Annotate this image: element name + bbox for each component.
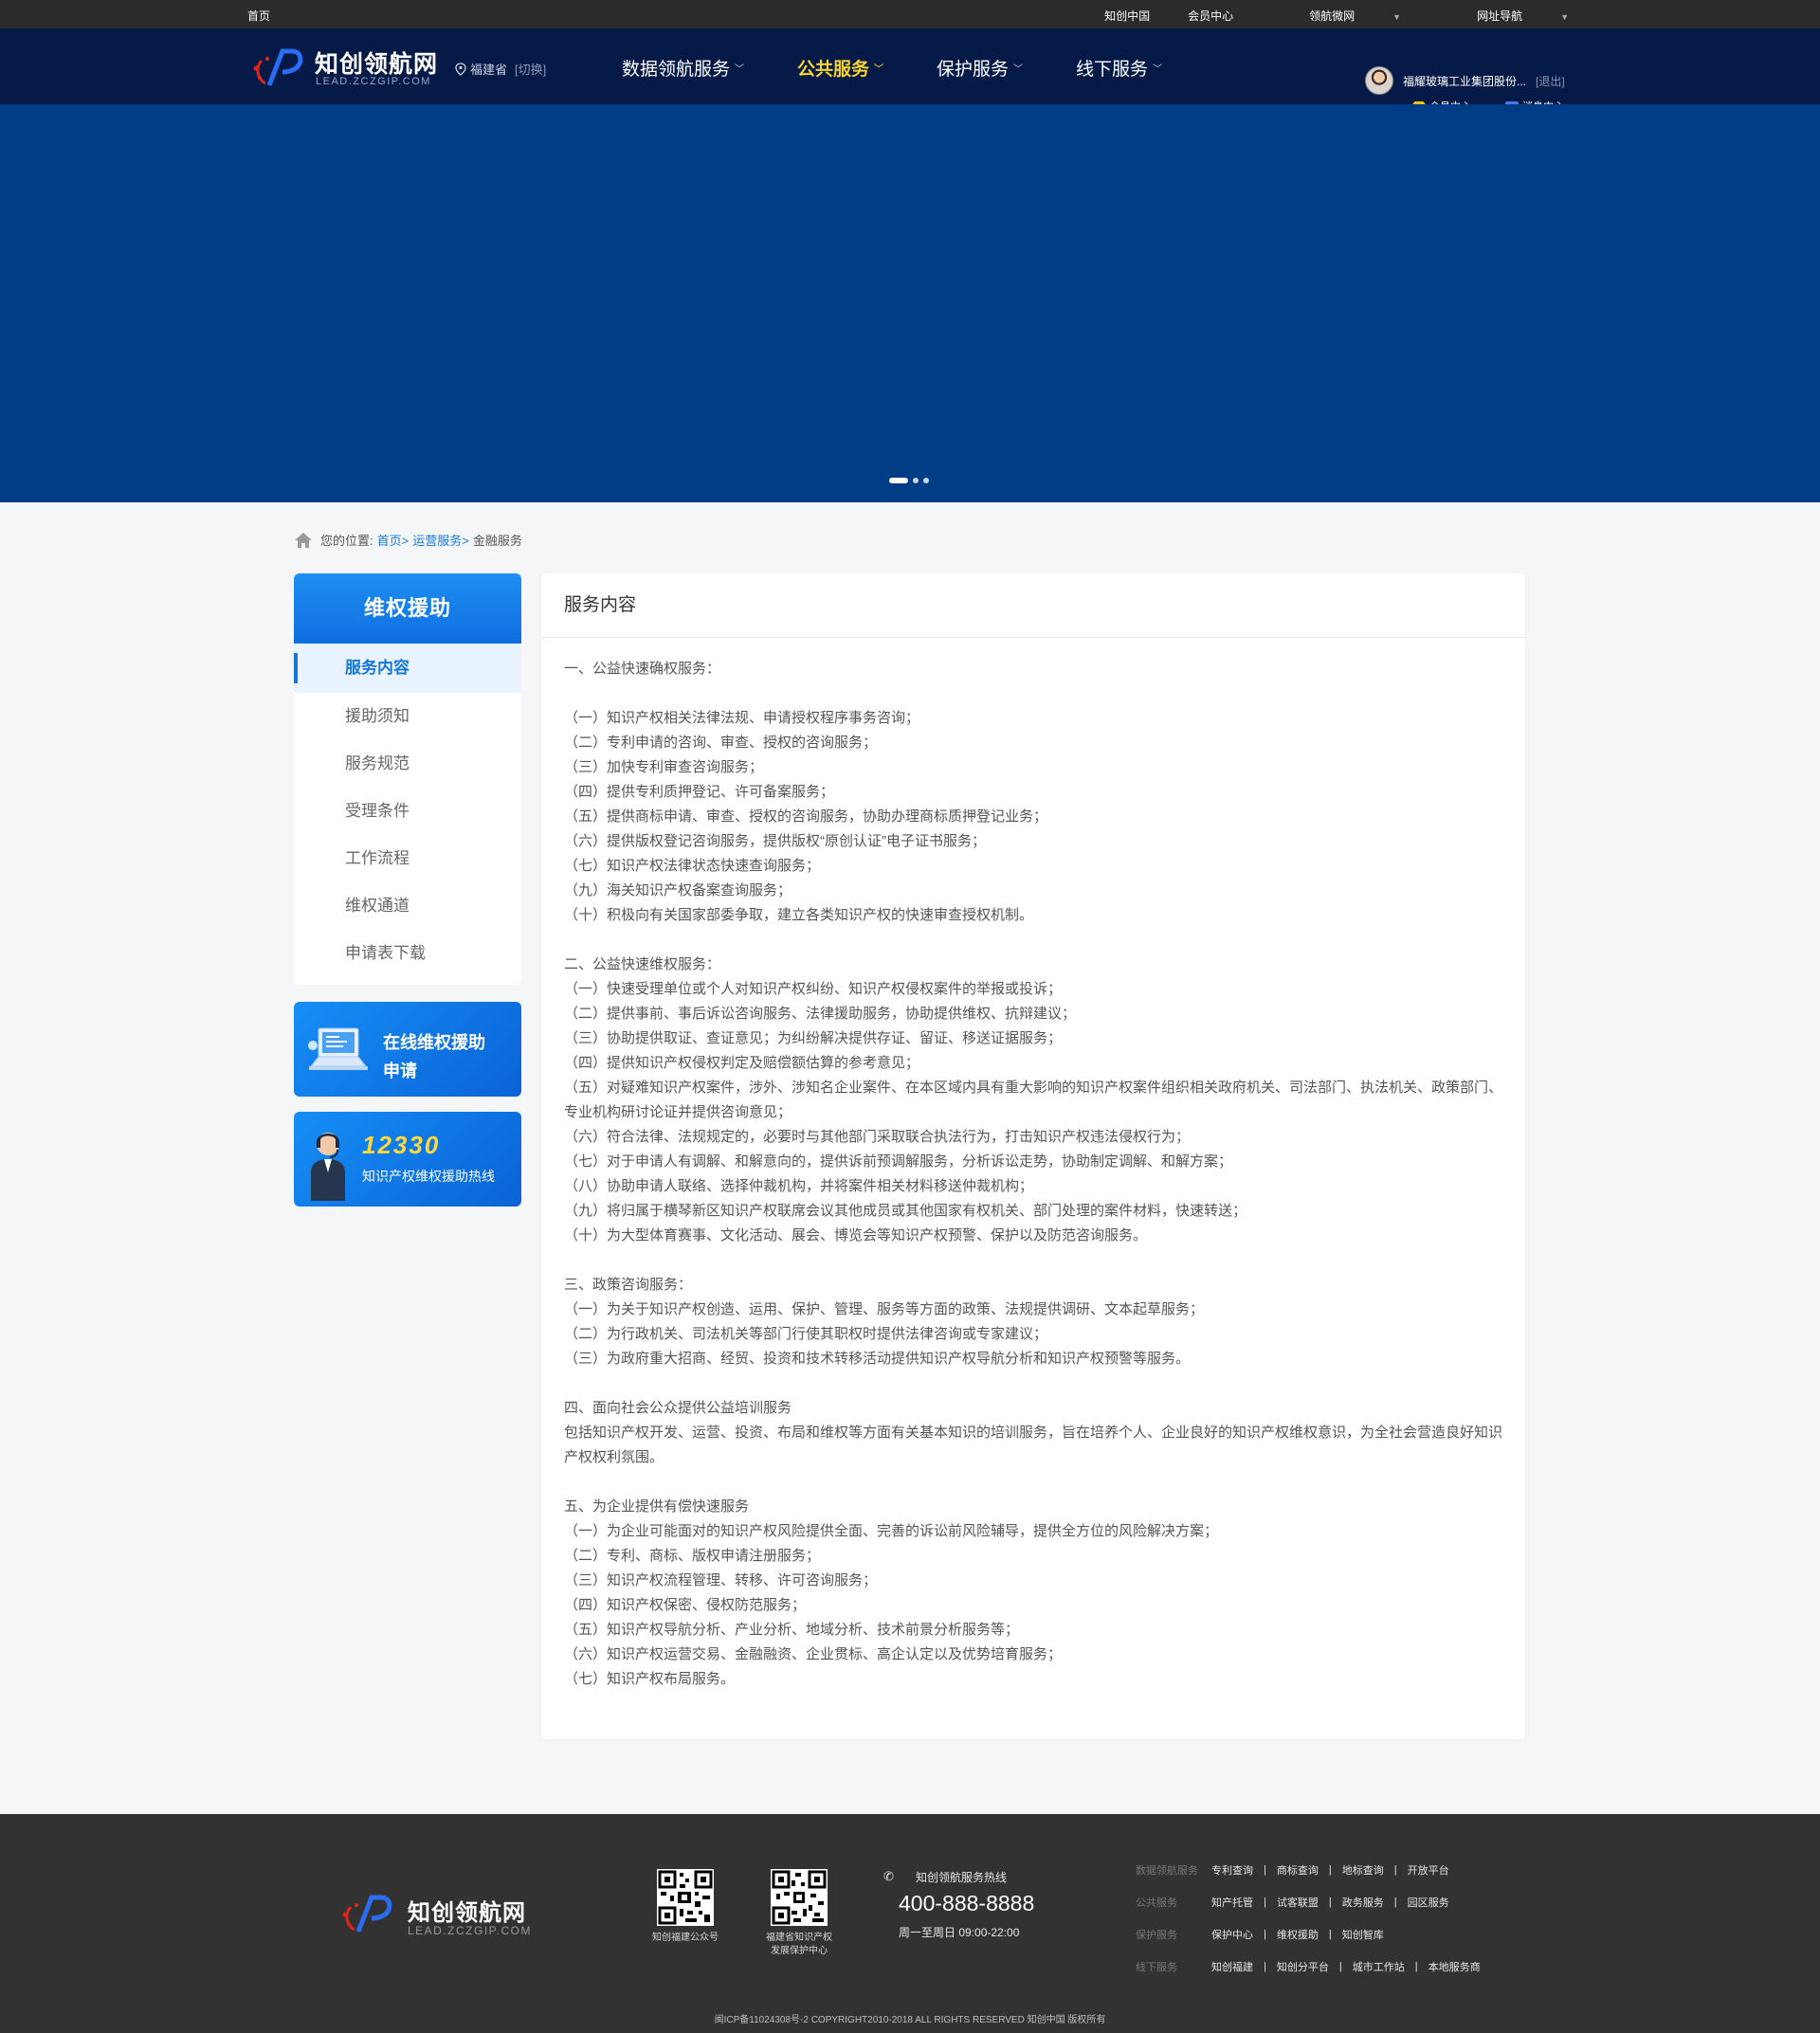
laptop-icon — [308, 1027, 368, 1070]
footer-logo-subtitle: LEAD.ZCZGIP.COM — [408, 1924, 532, 1937]
logout-link[interactable]: [退出] — [1536, 73, 1565, 89]
chevron-down-icon: ﹀ — [1153, 64, 1163, 75]
copyright: 闽ICP备11024308号-2 COPYRIGHT2010-2018 ALL … — [714, 2015, 1106, 2025]
breadcrumb-prefix: 您的位置: — [320, 534, 373, 548]
nav-public-service[interactable]: 公共服务 ﹀ — [797, 55, 883, 81]
chevron-down-icon: ▼ — [1560, 12, 1569, 22]
top-link-zczg[interactable]: 知创中国 — [1104, 8, 1150, 24]
sidebar-item-standard[interactable]: 服务规范 — [294, 740, 521, 788]
avatar[interactable] — [1365, 66, 1393, 95]
footer-link[interactable]: 城市工作站 — [1353, 1959, 1405, 1974]
main-nav: 数据领航服务 ﹀ 公共服务 ﹀ 保护服务 ﹀ 线下服务 ﹀ — [622, 55, 1215, 81]
sidebar-item-conditions[interactable]: 受理条件 — [294, 788, 521, 835]
top-links: 知创中国 会员中心 领航微网 ▼ 网址导航 ▼ — [1066, 8, 1569, 24]
phone-icon: ✆ — [883, 1869, 894, 1883]
content-title: 服务内容 — [541, 573, 1525, 638]
footer-link-category: 线下服务 — [1136, 1962, 1177, 1973]
footer-logo[interactable]: 知创领航网 LEAD.ZCZGIP.COM — [337, 1888, 537, 1939]
online-aid-line2: 申请 — [383, 1062, 417, 1080]
footer-link[interactable]: 维权援助 — [1277, 1927, 1319, 1942]
sidebar-item-notice[interactable]: 援助须知 — [294, 693, 521, 740]
nav-data-service[interactable]: 数据领航服务 ﹀ — [622, 55, 744, 81]
sidebar: 维权援助 服务内容 援助须知 服务规范 受理条件 工作流程 维权通道 申请表下载 — [294, 573, 521, 985]
hotline-title: 知创领航服务热线 — [916, 1871, 1008, 1884]
qr-code-wechat — [657, 1869, 714, 1926]
logo-mark-icon — [342, 1895, 392, 1933]
hotline-block: ✆ 知创领航服务热线 400-888-8888 周一至周日 09:00-22:00 — [882, 1869, 1034, 1940]
logo-mark-icon — [253, 48, 303, 86]
qr1-label: 知创福建公众号 — [652, 1933, 719, 1943]
footer-link[interactable]: 专利查询 — [1211, 1862, 1253, 1878]
footer-link-category: 公共服务 — [1136, 1897, 1177, 1909]
location-name: 福建省 — [470, 63, 508, 77]
breadcrumb: 您的位置: 首页> 运营服务> 金融服务 — [294, 531, 522, 549]
footer-link-category: 保护服务 — [1136, 1930, 1177, 1941]
chevron-down-icon: ﹀ — [1013, 64, 1024, 75]
nav-protection-service[interactable]: 保护服务 ﹀ — [937, 55, 1023, 81]
footer-link-category: 数据领航服务 — [1136, 1865, 1198, 1877]
footer-link[interactable]: 试客联盟 — [1277, 1895, 1319, 1910]
online-aid-apply-button[interactable]: 在线维权援助 申请 — [294, 1002, 521, 1097]
qr2-label: 福建省知识产权 发展保护中心 — [766, 1933, 832, 1956]
carousel-dot[interactable] — [923, 478, 929, 483]
site-logo[interactable]: 知创领航网 LEAD.ZCZGIP.COM — [248, 44, 438, 89]
top-bar: 首页 知创中国 会员中心 领航微网 ▼ 网址导航 ▼ — [0, 0, 1820, 28]
footer-link[interactable]: 知创智库 — [1342, 1927, 1384, 1942]
footer-logo-name: 知创领航网 — [408, 1900, 526, 1926]
home-icon — [295, 532, 312, 548]
location-selector[interactable]: 福建省 [切换] — [455, 60, 546, 78]
chevron-down-icon: ▼ — [1392, 12, 1402, 22]
customer-service-icon — [311, 1133, 345, 1201]
online-aid-line1: 在线维权援助 — [383, 1033, 485, 1052]
chevron-down-icon: ﹀ — [735, 64, 745, 75]
chevron-down-icon: ﹀ — [874, 64, 884, 75]
breadcrumb-parent[interactable]: 运营服务> — [412, 531, 469, 549]
logo-subtitle: LEAD.ZCZGIP.COM — [316, 76, 431, 87]
footer-link[interactable]: 保护中心 — [1211, 1927, 1253, 1942]
footer-link[interactable]: 地标查询 — [1342, 1862, 1384, 1878]
footer: 知创领航网 LEAD.ZCZGIP.COM 知创福建公众号 福建省知识产权 发展保… — [0, 1814, 1820, 2033]
top-link-sitemap[interactable]: 网址导航 ▼ — [1439, 8, 1569, 24]
banner-carousel[interactable] — [0, 104, 1820, 502]
top-home-link[interactable]: 首页 — [247, 8, 270, 24]
sidebar-item-workflow[interactable]: 工作流程 — [294, 835, 521, 882]
footer-link[interactable]: 知产托管 — [1211, 1895, 1253, 1910]
top-link-micro[interactable]: 领航微网 ▼ — [1271, 8, 1401, 24]
carousel-dot[interactable] — [889, 478, 908, 483]
footer-link[interactable]: 商标查询 — [1277, 1862, 1319, 1878]
footer-links: 数据领航服务 专利查询 | 商标查询 | 地标查询 | 开放平台 公共服务 知产托管 |… — [1136, 1862, 1481, 1974]
breadcrumb-current: 金融服务 — [472, 534, 522, 548]
content-panel: 服务内容 一、公益快速确权服务： （一）知识产权相关法律法规、申请授权程序事务咨… — [541, 573, 1525, 1739]
location-switch[interactable]: [切换] — [515, 60, 546, 78]
carousel-dot[interactable] — [913, 478, 919, 483]
location-pin-icon — [455, 62, 466, 76]
content-body: 一、公益快速确权服务： （一）知识产权相关法律法规、申请授权程序事务咨询； （二… — [564, 661, 1503, 1687]
sidebar-item-channel[interactable]: 维权通道 — [294, 882, 521, 930]
breadcrumb-home[interactable]: 首页> — [377, 531, 410, 549]
footer-link[interactable]: 园区服务 — [1408, 1895, 1449, 1910]
hotline-card[interactable]: 12330 知识产权维权援助热线 — [294, 1112, 521, 1207]
sidebar-item-download[interactable]: 申请表下载 — [294, 930, 521, 977]
logo-name: 知创领航网 — [315, 51, 439, 78]
nav-offline-service[interactable]: 线下服务 ﹀ — [1076, 55, 1162, 81]
header: 知创领航网 LEAD.ZCZGIP.COM 福建省 [切换] 数据领航服务 ﹀ 公… — [0, 28, 1820, 113]
hotline-hours: 周一至周日 09:00-22:00 — [899, 1926, 1020, 1939]
hotline-number: 12330 — [362, 1131, 441, 1159]
sidebar-title: 维权援助 — [294, 573, 521, 644]
sidebar-item-service-content[interactable]: 服务内容 — [294, 644, 521, 693]
top-link-member[interactable]: 会员中心 — [1188, 8, 1233, 24]
carousel-dots — [889, 478, 929, 483]
footer-link[interactable]: 开放平台 — [1408, 1862, 1449, 1878]
footer-link[interactable]: 知创福建 — [1211, 1959, 1253, 1974]
sidebar-menu: 服务内容 援助须知 服务规范 受理条件 工作流程 维权通道 申请表下载 — [294, 644, 521, 985]
footer-hotline-number: 400-888-8888 — [899, 1891, 1035, 1915]
footer-link[interactable]: 本地服务商 — [1429, 1959, 1481, 1974]
hotline-label: 知识产权维权援助热线 — [362, 1169, 495, 1184]
qr-code-center — [771, 1869, 828, 1926]
footer-link[interactable]: 政务服务 — [1342, 1895, 1384, 1910]
footer-link[interactable]: 知创分平台 — [1277, 1959, 1329, 1974]
user-name[interactable]: 福耀玻璃工业集团股份... — [1403, 73, 1526, 89]
